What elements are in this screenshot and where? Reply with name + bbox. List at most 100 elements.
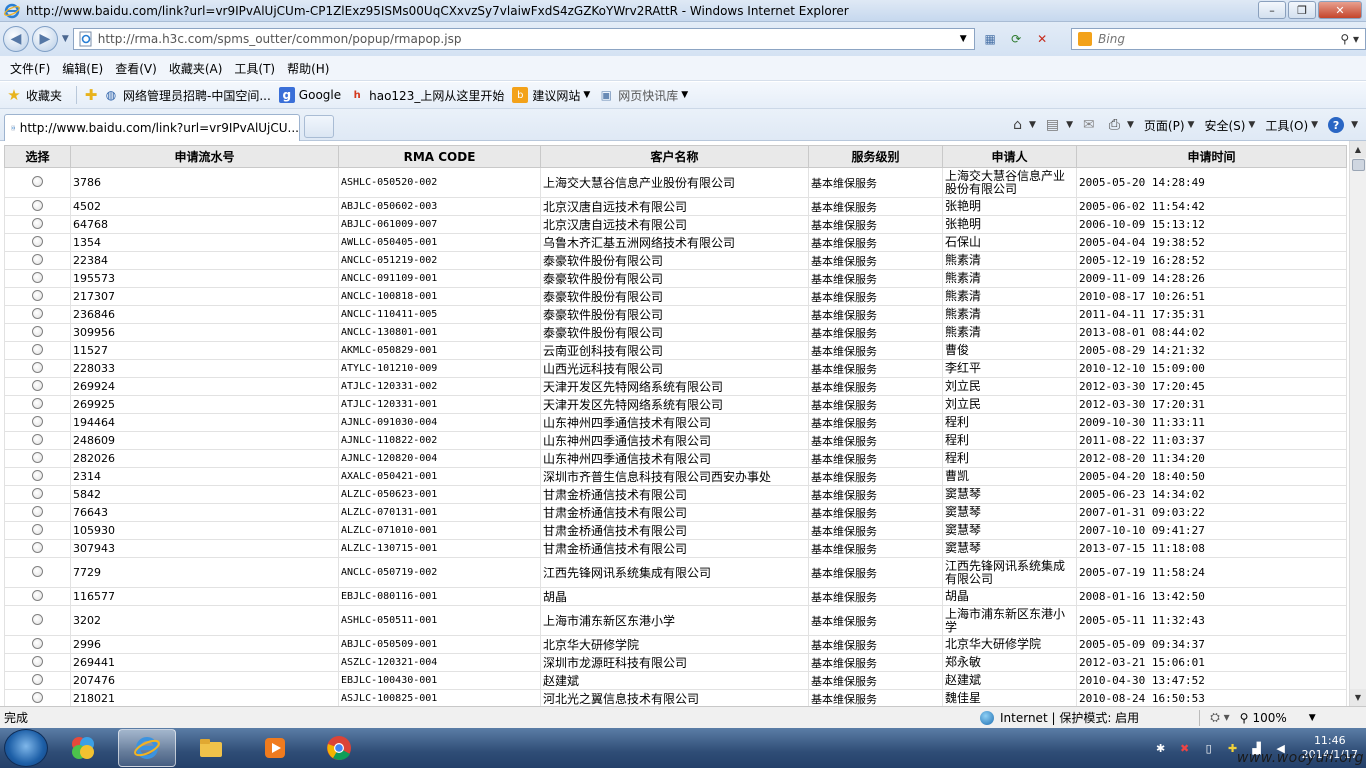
- customer-name-cell: 上海交大慧谷信息产业股份有限公司: [540, 167, 809, 198]
- service-level-cell: 基本维保服务: [808, 269, 943, 288]
- maximize-button[interactable]: ❐: [1288, 1, 1316, 19]
- start-button[interactable]: [4, 729, 48, 767]
- address-bar[interactable]: ▼: [72, 28, 976, 50]
- apply-time-cell: 2006-10-09 15:13:12: [1076, 215, 1347, 234]
- close-button[interactable]: ✕: [1318, 1, 1362, 19]
- menu-file[interactable]: 文件(F): [6, 60, 58, 77]
- row-radio-button[interactable]: [32, 361, 43, 373]
- row-radio-button[interactable]: [32, 655, 43, 667]
- search-box[interactable]: ⚲ ▾: [1071, 28, 1366, 50]
- back-button[interactable]: ◀: [3, 26, 29, 52]
- battery-icon[interactable]: ▯: [1202, 741, 1216, 755]
- row-radio-button[interactable]: [32, 691, 43, 703]
- row-radio-button[interactable]: [32, 589, 43, 601]
- row-radio-button[interactable]: [32, 637, 43, 649]
- folder-icon: [200, 739, 222, 757]
- rma-code-cell: ANCLC-050719-002: [338, 557, 541, 588]
- scroll-down-icon[interactable]: ▼: [1350, 689, 1366, 706]
- row-radio-button[interactable]: [32, 397, 43, 409]
- web-slice-gallery-button[interactable]: ▣ 网页快讯库 ▼: [598, 87, 689, 104]
- history-dropdown-icon[interactable]: ▼: [62, 34, 69, 44]
- scrollbar-thumb[interactable]: [1352, 159, 1365, 171]
- row-radio-button[interactable]: [32, 199, 43, 211]
- security-zone[interactable]: Internet | 保护模式: 启用: [980, 709, 1139, 726]
- minimize-button[interactable]: –: [1258, 1, 1286, 19]
- internet-explorer-icon: [134, 737, 160, 759]
- bluetooth-icon[interactable]: ✱: [1154, 741, 1168, 755]
- favorite-link-google[interactable]: g Google: [278, 87, 341, 103]
- help-button[interactable]: ? ▼: [1328, 117, 1358, 133]
- row-radio-button[interactable]: [32, 343, 43, 355]
- vertical-scrollbar[interactable]: ▲ ▼: [1349, 141, 1366, 706]
- page-menu[interactable]: 页面(P) ▼: [1144, 117, 1195, 134]
- taskbar-app-media-player[interactable]: [246, 729, 304, 767]
- menu-favorites[interactable]: 收藏夹(A): [165, 60, 231, 77]
- header-rma-code: RMA CODE: [338, 145, 541, 168]
- stop-icon[interactable]: ✕: [1031, 29, 1053, 49]
- popup-blocker-icon[interactable]: ⛭ ▾: [1210, 710, 1229, 725]
- row-radio-button[interactable]: [32, 613, 43, 625]
- taskbar-app-chrome[interactable]: [310, 729, 368, 767]
- row-radio-button[interactable]: [32, 307, 43, 319]
- home-icon: ⌂: [1013, 117, 1022, 133]
- row-radio-button[interactable]: [32, 523, 43, 535]
- forward-button[interactable]: ▶: [31, 26, 58, 52]
- address-dropdown-icon[interactable]: ▼: [952, 29, 974, 49]
- print-button[interactable]: ⎙ ▼: [1109, 117, 1134, 133]
- row-radio-button[interactable]: [32, 673, 43, 685]
- network-warning-icon[interactable]: ✖: [1178, 741, 1192, 755]
- browser-tab-active[interactable]: http://www.baidu.com/link?url=vr9IPvAlUj…: [4, 114, 300, 141]
- menu-view[interactable]: 查看(V): [111, 60, 165, 77]
- row-radio-button[interactable]: [32, 271, 43, 283]
- feeds-button[interactable]: ▤ ▼: [1046, 117, 1073, 133]
- row-radio-button[interactable]: [32, 469, 43, 481]
- customer-name-cell: 山东神州四季通信技术有限公司: [540, 413, 809, 432]
- row-radio-button[interactable]: [32, 217, 43, 229]
- chevron-down-icon: ▼: [1311, 120, 1319, 130]
- menu-help[interactable]: 帮助(H): [283, 60, 337, 77]
- menu-tools[interactable]: 工具(T): [230, 60, 283, 77]
- compatibility-view-icon[interactable]: ▦: [979, 29, 1001, 49]
- safety-menu[interactable]: 安全(S) ▼: [1204, 117, 1255, 134]
- table-row: 22384 ANCLC-051219-002 泰豪软件股份有限公司 基本维保服务 熊素清…: [4, 251, 1347, 270]
- address-input[interactable]: [97, 32, 949, 46]
- favorites-button[interactable]: ★ 收藏夹: [6, 86, 62, 104]
- search-icon[interactable]: ⚲ ▾: [1340, 32, 1359, 46]
- favorite-link-hao123[interactable]: h hao123_上网从这里开始: [349, 87, 505, 104]
- row-radio-button[interactable]: [32, 253, 43, 265]
- suggested-sites-button[interactable]: b 建议网站 ▼: [512, 87, 590, 104]
- service-level-cell: 基本维保服务: [808, 377, 943, 396]
- row-radio-button[interactable]: [32, 565, 43, 577]
- taskbar-app-explorer[interactable]: [182, 729, 240, 767]
- menu-edit[interactable]: 编辑(E): [58, 60, 111, 77]
- tools-menu[interactable]: 工具(O) ▼: [1265, 117, 1318, 134]
- row-radio-button[interactable]: [32, 235, 43, 247]
- row-radio-button[interactable]: [32, 325, 43, 337]
- favorite-link-job[interactable]: ◍ 网络管理员招聘-中国空间...: [103, 87, 271, 104]
- row-radio-button[interactable]: [32, 505, 43, 517]
- help-icon: ?: [1328, 117, 1345, 133]
- row-radio-button[interactable]: [32, 175, 43, 187]
- serial-number-cell: 11527: [70, 341, 339, 360]
- applicant-cell: 曹俊: [942, 341, 1077, 360]
- row-radio-button[interactable]: [32, 415, 43, 427]
- row-radio-button[interactable]: [32, 433, 43, 445]
- row-radio-button[interactable]: [32, 451, 43, 463]
- search-input[interactable]: [1098, 32, 1341, 46]
- applicant-cell: 程利: [942, 413, 1077, 432]
- add-favorite-icon[interactable]: ✚: [83, 86, 99, 104]
- new-tab-button[interactable]: [304, 115, 334, 138]
- zoom-control[interactable]: ⚲ 100% ▼: [1240, 711, 1316, 725]
- service-level-cell: 基本维保服务: [808, 521, 943, 540]
- home-button[interactable]: ⌂ ▼: [1013, 117, 1036, 133]
- row-radio-button[interactable]: [32, 541, 43, 553]
- scroll-up-icon[interactable]: ▲: [1350, 141, 1366, 158]
- row-radio-button[interactable]: [32, 487, 43, 499]
- read-mail-button[interactable]: ✉: [1083, 117, 1099, 133]
- row-radio-button[interactable]: [32, 289, 43, 301]
- row-radio-button[interactable]: [32, 379, 43, 391]
- taskbar-app-paint[interactable]: [54, 729, 112, 767]
- service-level-cell: 基本维保服务: [808, 635, 943, 654]
- taskbar-app-internet-explorer[interactable]: [118, 729, 176, 767]
- refresh-icon[interactable]: ⟳: [1005, 29, 1027, 49]
